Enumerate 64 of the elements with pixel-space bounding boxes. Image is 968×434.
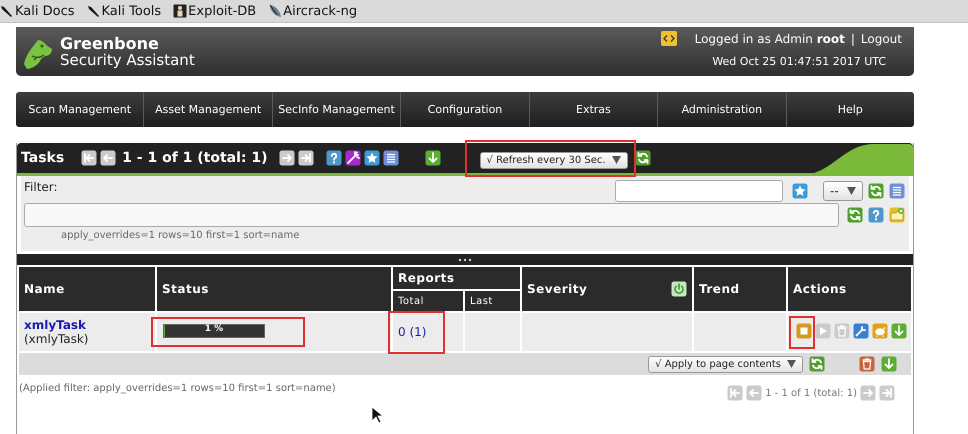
column-header[interactable]: Name [18, 266, 156, 312]
power-icon[interactable] [671, 281, 688, 297]
piggy-bank-icon[interactable] [872, 322, 888, 338]
tool-icon [86, 4, 101, 18]
logout-link[interactable]: Logout [860, 32, 902, 46]
menu-item[interactable]: SecInfo Management [272, 92, 402, 127]
wand-sparkle-icon[interactable] [344, 150, 361, 166]
dots-icon [457, 258, 473, 262]
code-icon[interactable] [660, 31, 677, 46]
filter-name-field[interactable] [615, 180, 783, 202]
apply-select[interactable]: √ Apply to page contents [648, 356, 803, 372]
filter-label: Filter: [24, 180, 58, 194]
help-icon[interactable] [326, 150, 342, 166]
filter-hint: apply_overrides=1 rows=10 first=1 sort=name [61, 230, 300, 241]
brand-name: Greenbone [60, 34, 160, 52]
task-name-link[interactable]: xmlyTask [24, 318, 150, 332]
menu-item[interactable]: Asset Management [144, 92, 273, 127]
download-icon[interactable] [424, 150, 441, 166]
brand-subtitle: Security Assistant [60, 52, 195, 68]
bookmark-link[interactable]: Kali Docs [0, 4, 75, 18]
column-header: Reports [392, 266, 522, 290]
column-header[interactable]: Severity [521, 266, 694, 312]
star-icon[interactable] [364, 150, 380, 166]
dish-icon [268, 4, 282, 18]
menu-item[interactable]: Help [786, 92, 914, 127]
pager-text: 1 - 1 of 1 (total: 1) [765, 388, 857, 398]
caret-icon [787, 360, 796, 368]
column-header[interactable]: Last [464, 290, 522, 312]
bookmark-link[interactable]: Aircrack-ng [268, 4, 358, 18]
progress-label: 1 % [204, 324, 224, 334]
column-header: Actions [787, 266, 912, 312]
stop-icon[interactable] [796, 322, 812, 338]
menu-item[interactable]: Administration [658, 92, 787, 127]
menu-item[interactable]: Extras [530, 92, 658, 127]
tool-icon [0, 4, 14, 18]
filter-select[interactable]: -- [823, 181, 863, 201]
report-count-link[interactable]: 0 (1) [398, 325, 426, 339]
list-icon[interactable] [382, 150, 399, 166]
figure-icon [173, 4, 188, 18]
mouse-pointer-icon [371, 406, 383, 424]
column-header[interactable]: Trend [693, 266, 788, 312]
star-icon[interactable] [792, 183, 808, 199]
wrench-icon[interactable] [853, 322, 870, 338]
column-title: Severity [527, 282, 588, 296]
trash-icon[interactable] [859, 356, 875, 372]
caret-icon [847, 187, 856, 195]
column-header[interactable]: Total [392, 290, 464, 312]
caret-icon [612, 156, 621, 164]
applied-filter-text: (Applied filter: apply_overrides=1 rows=10 first=1 sort=name) [19, 383, 336, 394]
menu-item[interactable]: Scan Management [16, 92, 144, 127]
menu-item[interactable]: Configuration [401, 92, 530, 127]
separator-text: | [850, 32, 855, 46]
bookmark-link[interactable]: Kali Tools [86, 4, 162, 18]
pager-text: 1 - 1 of 1 (total: 1) [122, 150, 268, 166]
filter-query-field[interactable] [24, 203, 839, 227]
date-time: Wed Oct 25 01:47:51 2017 UTC [712, 55, 886, 68]
refresh-select[interactable]: √ Refresh every 30 Sec. [480, 152, 628, 168]
task-comment: (xmlyTask) [24, 332, 90, 346]
refresh-icon[interactable] [634, 150, 651, 166]
new-folder-icon[interactable] [889, 207, 905, 223]
column-header[interactable]: Status [156, 266, 392, 312]
login-status: Logged in as Admin root [694, 32, 845, 46]
panel-title: Tasks [21, 150, 64, 166]
bookmark-link[interactable]: Exploit-DB [173, 4, 256, 18]
